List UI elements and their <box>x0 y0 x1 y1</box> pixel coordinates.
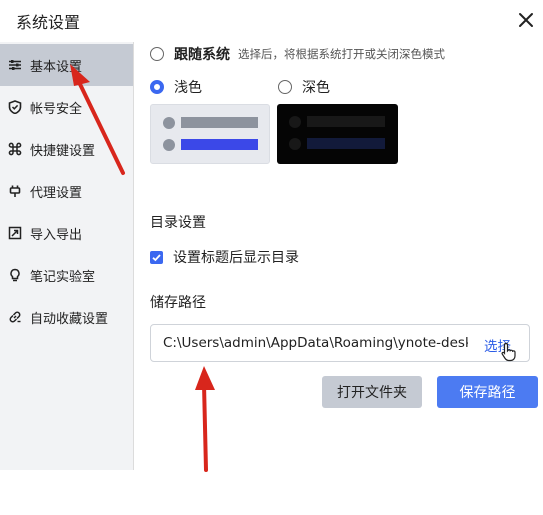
annotation-arrow-sidebar <box>70 64 125 175</box>
follow-system-label: 跟随系统 <box>174 47 230 63</box>
lightbulb-icon <box>8 268 22 282</box>
shield-icon <box>8 100 22 114</box>
light-theme-radio[interactable] <box>150 80 164 94</box>
light-theme-label: 浅色 <box>174 80 202 96</box>
storage-path-value: C:\Users\admin\AppData\Roaming\ynote-des… <box>163 335 468 351</box>
toc-section-title: 目录设置 <box>150 215 206 231</box>
storage-section-title: 储存路径 <box>150 295 206 311</box>
follow-system-option[interactable]: 跟随系统 选择后，将根据系统打开或关闭深色模式 <box>150 44 445 64</box>
close-button[interactable] <box>515 9 537 31</box>
dark-theme-preview[interactable] <box>277 104 398 164</box>
preview-bar-accent <box>181 139 258 150</box>
dark-theme-option[interactable]: 深色 <box>278 77 330 97</box>
annotation-arrow-path <box>195 366 215 472</box>
toc-checkbox-label: 设置标题后显示目录 <box>173 250 299 266</box>
light-theme-option[interactable]: 浅色 <box>150 77 202 97</box>
command-key-icon <box>8 142 22 156</box>
preview-dot <box>289 138 301 150</box>
import-export-icon <box>8 226 22 240</box>
toc-checkbox[interactable] <box>150 250 163 264</box>
preview-bar-accent <box>307 138 385 149</box>
follow-system-radio[interactable] <box>150 47 164 61</box>
save-path-button[interactable]: 保存路径 <box>437 376 538 408</box>
follow-system-hint: 选择后，将根据系统打开或关闭深色模式 <box>238 47 445 61</box>
sidebar-divider <box>133 42 134 470</box>
preview-bar <box>181 117 258 128</box>
sidebar-item-label: 自动收藏设置 <box>30 311 109 327</box>
open-folder-button[interactable]: 打开文件夹 <box>322 376 422 408</box>
window-title: 系统设置 <box>16 13 81 32</box>
sidebar-item-label: 笔记实验室 <box>30 269 96 285</box>
checkmark-icon <box>152 253 161 261</box>
sidebar-item-notes-lab[interactable]: 笔记实验室 <box>0 254 133 296</box>
hand-cursor-icon <box>501 342 516 362</box>
link-icon <box>8 310 22 324</box>
preview-dot <box>163 117 175 129</box>
sliders-icon <box>8 58 22 72</box>
sidebar-item-auto-collect[interactable]: 自动收藏设置 <box>0 296 133 338</box>
preview-dot <box>163 139 175 151</box>
close-icon <box>519 13 533 27</box>
light-theme-preview[interactable] <box>150 104 270 164</box>
storage-path-field[interactable]: C:\Users\admin\AppData\Roaming\ynote-des… <box>150 324 530 362</box>
dark-theme-label: 深色 <box>302 80 330 96</box>
title-bar: 系统设置 <box>0 0 543 42</box>
sidebar-item-label: 导入导出 <box>30 227 83 243</box>
preview-dot <box>289 116 301 128</box>
dark-theme-radio[interactable] <box>278 80 292 94</box>
plug-icon <box>8 184 22 198</box>
toc-checkbox-row[interactable]: 设置标题后显示目录 <box>150 247 299 267</box>
preview-bar <box>307 116 385 127</box>
sidebar-item-import-export[interactable]: 导入导出 <box>0 212 133 254</box>
sidebar-item-label: 代理设置 <box>30 185 83 201</box>
